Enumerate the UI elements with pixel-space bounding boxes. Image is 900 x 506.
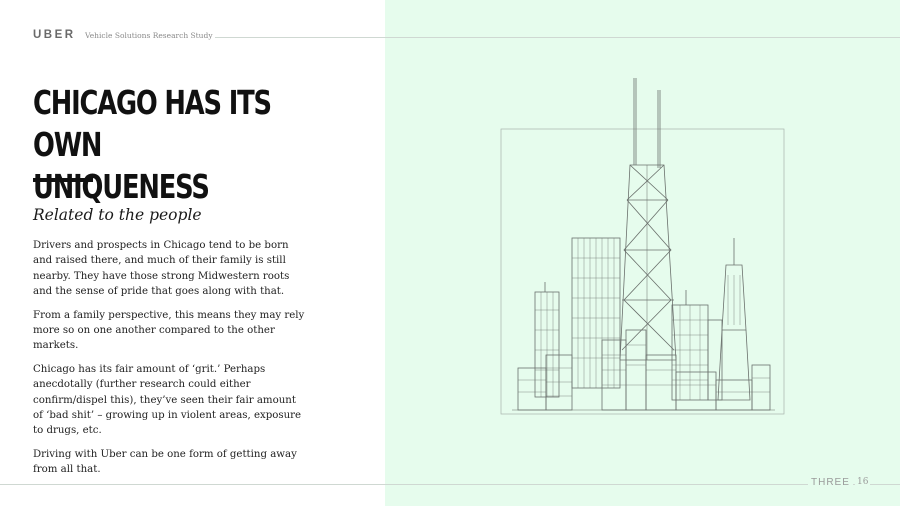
paragraph: Driving with Uber can be one form of get…	[33, 448, 297, 476]
body-text: Drivers and prospects in Chicago tend to…	[33, 238, 305, 486]
tower-short-left	[534, 282, 560, 398]
footer-divider	[0, 484, 900, 485]
agency-logo: THREE	[808, 477, 853, 488]
tower-main	[619, 78, 677, 361]
header-divider	[215, 37, 900, 38]
tower-box-left	[571, 237, 621, 389]
paragraph: Drivers and prospects in Chicago tend to…	[33, 240, 290, 298]
paragraph: From a family perspective, this means th…	[33, 309, 305, 352]
tower-mid-right	[671, 290, 723, 401]
slide-title-line-2: UNIQUENESS	[33, 167, 210, 206]
slide-title-line-1: CHICAGO HAS ITS OWN	[33, 83, 272, 164]
title-underline	[33, 178, 93, 182]
chicago-skyline-illustration	[500, 78, 785, 415]
paragraph: Chicago has its fair amount of ‘grit.’ P…	[33, 363, 302, 437]
slide-title: CHICAGO HAS ITS OWN UNIQUENESS	[33, 82, 298, 208]
page-number: 16	[855, 477, 871, 487]
document-subtitle: Vehicle Solutions Research Study	[85, 31, 213, 40]
section-subheading: Related to the people	[33, 206, 202, 224]
tower-spire-right	[717, 238, 751, 401]
brand-logo: UBER	[33, 29, 76, 41]
